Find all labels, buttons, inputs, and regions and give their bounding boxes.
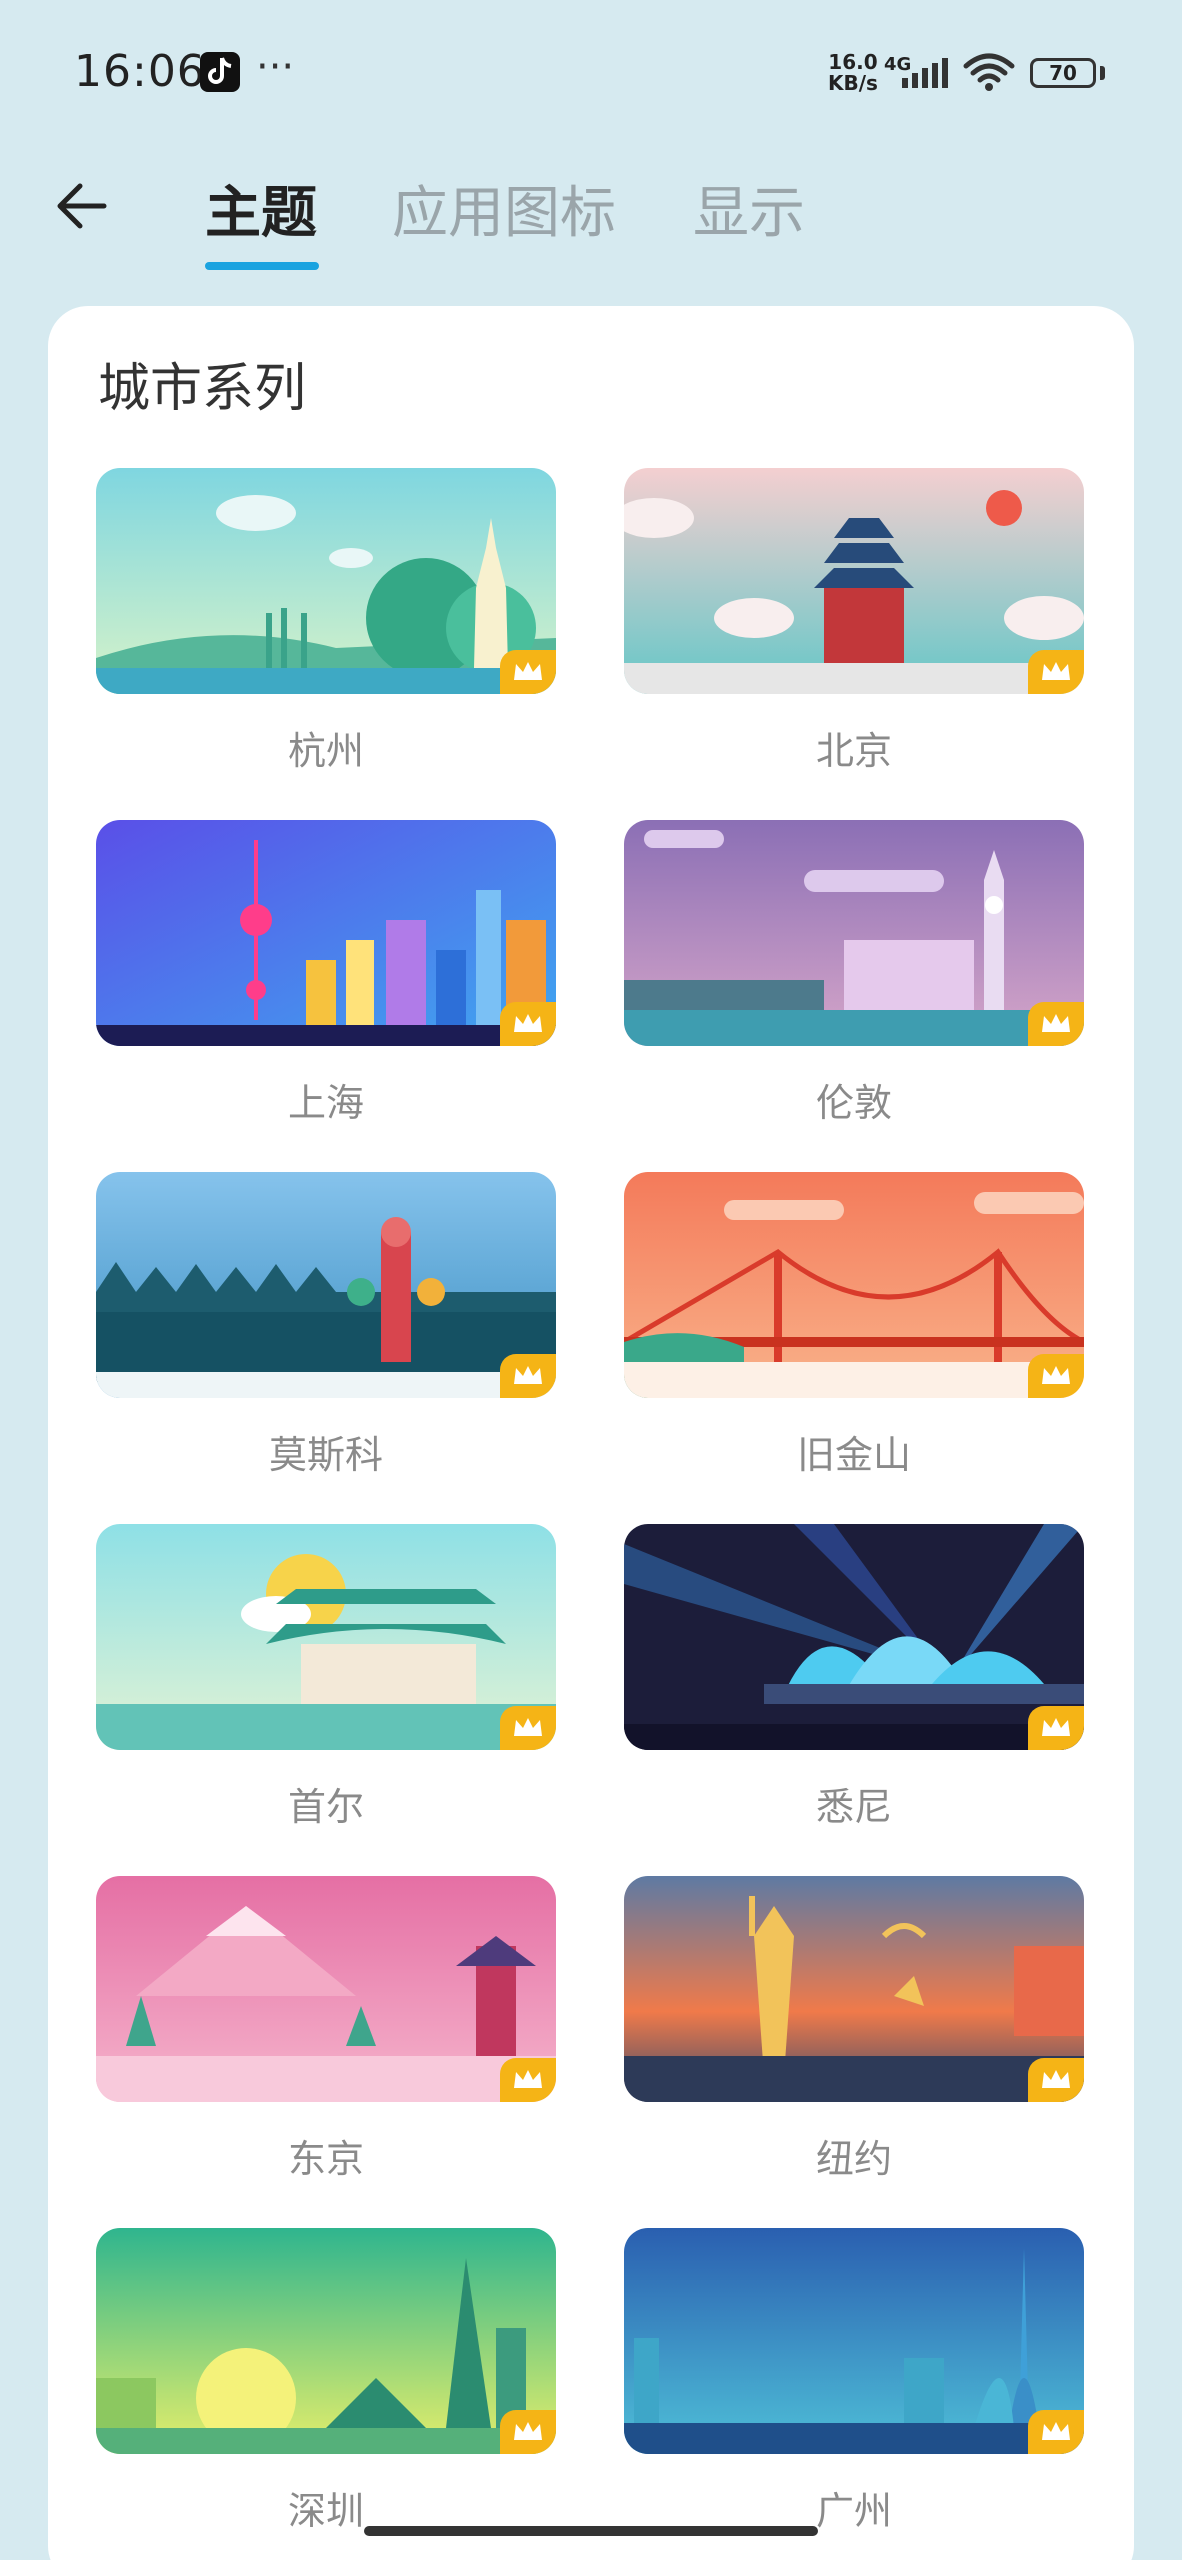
premium-crown-badge xyxy=(500,2058,556,2102)
crown-icon xyxy=(1042,1718,1070,1736)
theme-thumbnail-beijing[interactable] xyxy=(624,468,1084,694)
premium-crown-badge xyxy=(1028,1706,1084,1750)
home-indicator[interactable] xyxy=(364,2526,818,2536)
theme-label: 杭州 xyxy=(287,729,364,773)
crown-icon xyxy=(1042,1366,1070,1384)
network-speed: 16.0 KB/s xyxy=(828,52,878,94)
theme-label: 伦敦 xyxy=(815,1081,892,1125)
theme-label: 旧金山 xyxy=(796,1433,911,1477)
status-time: 16:06 xyxy=(74,46,206,97)
premium-crown-badge xyxy=(1028,2058,1084,2102)
theme-thumbnail-hangzhou[interactable] xyxy=(96,468,556,694)
premium-crown-badge xyxy=(500,2410,556,2454)
crown-icon xyxy=(514,662,542,680)
crown-icon xyxy=(514,2422,542,2440)
theme-label: 上海 xyxy=(287,1081,364,1125)
theme-thumbnail-shanghai[interactable] xyxy=(96,820,556,1046)
battery-cap xyxy=(1100,66,1105,80)
premium-crown-badge xyxy=(1028,1002,1084,1046)
more-notifications-icon: ··· xyxy=(256,44,295,90)
network-speed-value: 16.0 xyxy=(828,50,878,74)
theme-thumbnail-guangzhou[interactable] xyxy=(624,2228,1084,2454)
wifi-icon xyxy=(963,53,1015,91)
premium-crown-badge xyxy=(500,1354,556,1398)
signal-icon xyxy=(902,58,948,88)
theme-thumbnail-seoul[interactable] xyxy=(96,1524,556,1750)
section-title: 城市系列 xyxy=(98,359,307,419)
theme-label: 莫斯科 xyxy=(268,1433,383,1477)
theme-thumbnail-shenzhen[interactable] xyxy=(96,2228,556,2454)
crown-icon xyxy=(1042,2422,1070,2440)
tab-app-icons[interactable]: 应用图标 xyxy=(392,168,616,249)
theme-label: 东京 xyxy=(287,2137,364,2181)
theme-label: 悉尼 xyxy=(815,1785,892,1829)
premium-crown-badge xyxy=(500,1002,556,1046)
theme-thumbnail-tokyo[interactable] xyxy=(96,1876,556,2102)
theme-label: 首尔 xyxy=(287,1785,364,1829)
crown-icon xyxy=(1042,662,1070,680)
crown-icon xyxy=(514,1014,542,1032)
battery-indicator: 70 xyxy=(1030,58,1096,88)
crown-icon xyxy=(514,1366,542,1384)
status-bar: 16:06 ··· 16.0 KB/s 4G 70 xyxy=(0,0,1182,150)
tab-display[interactable]: 显示 xyxy=(693,168,805,249)
theme-thumbnail-moscow[interactable] xyxy=(96,1172,556,1398)
network-speed-unit: KB/s xyxy=(828,71,878,95)
theme-thumbnail-london[interactable] xyxy=(624,820,1084,1046)
premium-crown-badge xyxy=(1028,2410,1084,2454)
theme-thumbnail-san-francisco[interactable] xyxy=(624,1172,1084,1398)
theme-thumbnail-sydney[interactable] xyxy=(624,1524,1084,1750)
crown-icon xyxy=(514,1718,542,1736)
crown-icon xyxy=(1042,1014,1070,1032)
premium-crown-badge xyxy=(1028,1354,1084,1398)
crown-icon xyxy=(514,2070,542,2088)
premium-crown-badge xyxy=(500,1706,556,1750)
theme-thumbnail-new-york[interactable] xyxy=(624,1876,1084,2102)
theme-label: 北京 xyxy=(815,729,892,773)
tab-theme[interactable]: 主题 xyxy=(205,168,317,249)
theme-series-card: 城市系列 杭州 北京 上海 伦敦 莫斯科 旧金山 首尔 悉尼 东京 纽约 深圳 … xyxy=(48,306,1134,2560)
theme-label: 纽约 xyxy=(815,2137,892,2181)
crown-icon xyxy=(1042,2070,1070,2088)
premium-crown-badge xyxy=(500,650,556,694)
tiktok-notification-icon xyxy=(200,52,240,92)
active-tab-indicator xyxy=(205,262,319,270)
back-arrow-icon[interactable] xyxy=(52,176,112,236)
premium-crown-badge xyxy=(1028,650,1084,694)
